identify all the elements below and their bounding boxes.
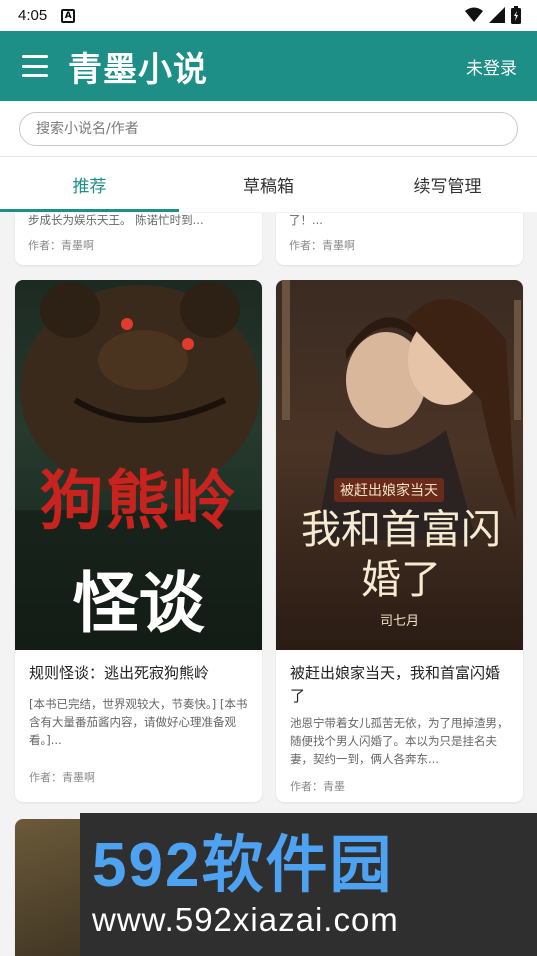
tab-drafts[interactable]: 草稿箱 xyxy=(179,157,358,212)
signal-icon xyxy=(489,7,505,23)
watermark-overlay: 592软件园 www.592xiazai.com xyxy=(80,813,537,956)
book-card[interactable]: 狗熊岭 怪谈 规则怪谈：逃出死寂狗熊岭 [本书已完结，世界观较大，节奏快。] [… xyxy=(15,280,262,802)
login-button[interactable]: 未登录 xyxy=(466,54,517,79)
tab-bar: 推荐 草稿箱 续写管理 xyxy=(0,156,537,212)
book-author: 作者：青墨啊 xyxy=(289,239,355,252)
tab-recommend[interactable]: 推荐 xyxy=(0,157,179,212)
book-card[interactable]: 步成长为娱乐天王。 陈诺忙时到... 作者：青墨啊 xyxy=(15,213,262,265)
book-description: [本书已完结，世界观较大，节奏快。] [本书含有大量番茄酱内容，请做好心理准备观… xyxy=(29,697,248,747)
app-bar: 青墨小说 未登录 xyxy=(0,31,537,101)
book-description: 了！... xyxy=(289,213,323,227)
search-input[interactable] xyxy=(36,121,501,137)
book-author: 作者：青墨 xyxy=(290,780,345,793)
battery-icon xyxy=(511,6,521,24)
book-cover: 狗熊岭 怪谈 xyxy=(15,280,262,650)
app-title: 青墨小说 xyxy=(68,50,208,89)
book-card[interactable]: 了！... 作者：青墨啊 xyxy=(276,213,523,265)
book-title: 被赶出娘家当天，我和首富闪婚了 xyxy=(290,664,501,705)
cover-title-main: 我和首富闪婚了 xyxy=(301,507,501,603)
cover-title-top: 被赶出娘家当天 xyxy=(334,478,444,502)
book-author: 作者：青墨啊 xyxy=(28,239,94,252)
book-description: 步成长为娱乐天王。 陈诺忙时到... xyxy=(28,213,204,227)
status-bar: 4:05 A xyxy=(0,0,537,31)
status-icons xyxy=(465,6,521,24)
book-title: 规则怪谈：逃出死寂狗熊岭 xyxy=(29,664,210,682)
book-cover: 被赶出娘家当天 我和首富闪婚了 司七月 xyxy=(276,280,523,650)
watermark-url: www.592xiazai.com xyxy=(92,900,399,938)
book-card[interactable]: 被赶出娘家当天 我和首富闪婚了 司七月 被赶出娘家当天，我和首富闪婚了 池恩宁带… xyxy=(276,280,523,802)
book-description: 池恩宁带着女儿孤苦无依，为了甩掉渣男，随便找个男人闪婚了。本以为只是挂名夫妻，契… xyxy=(290,716,509,766)
search-bar xyxy=(0,101,537,156)
tab-continuation[interactable]: 续写管理 xyxy=(358,157,537,212)
menu-icon[interactable] xyxy=(22,55,48,77)
cover-title-main: 狗熊岭 xyxy=(39,466,238,537)
search-box xyxy=(19,112,518,146)
notification-icon: A xyxy=(61,8,76,23)
book-author: 作者：青墨啊 xyxy=(29,771,95,784)
status-time: 4:05 xyxy=(18,7,48,24)
cover-author: 司七月 xyxy=(379,614,419,629)
cover-title-sub: 怪谈 xyxy=(72,566,205,640)
watermark-brand: 592软件园 xyxy=(92,830,394,900)
wifi-icon xyxy=(465,7,483,22)
